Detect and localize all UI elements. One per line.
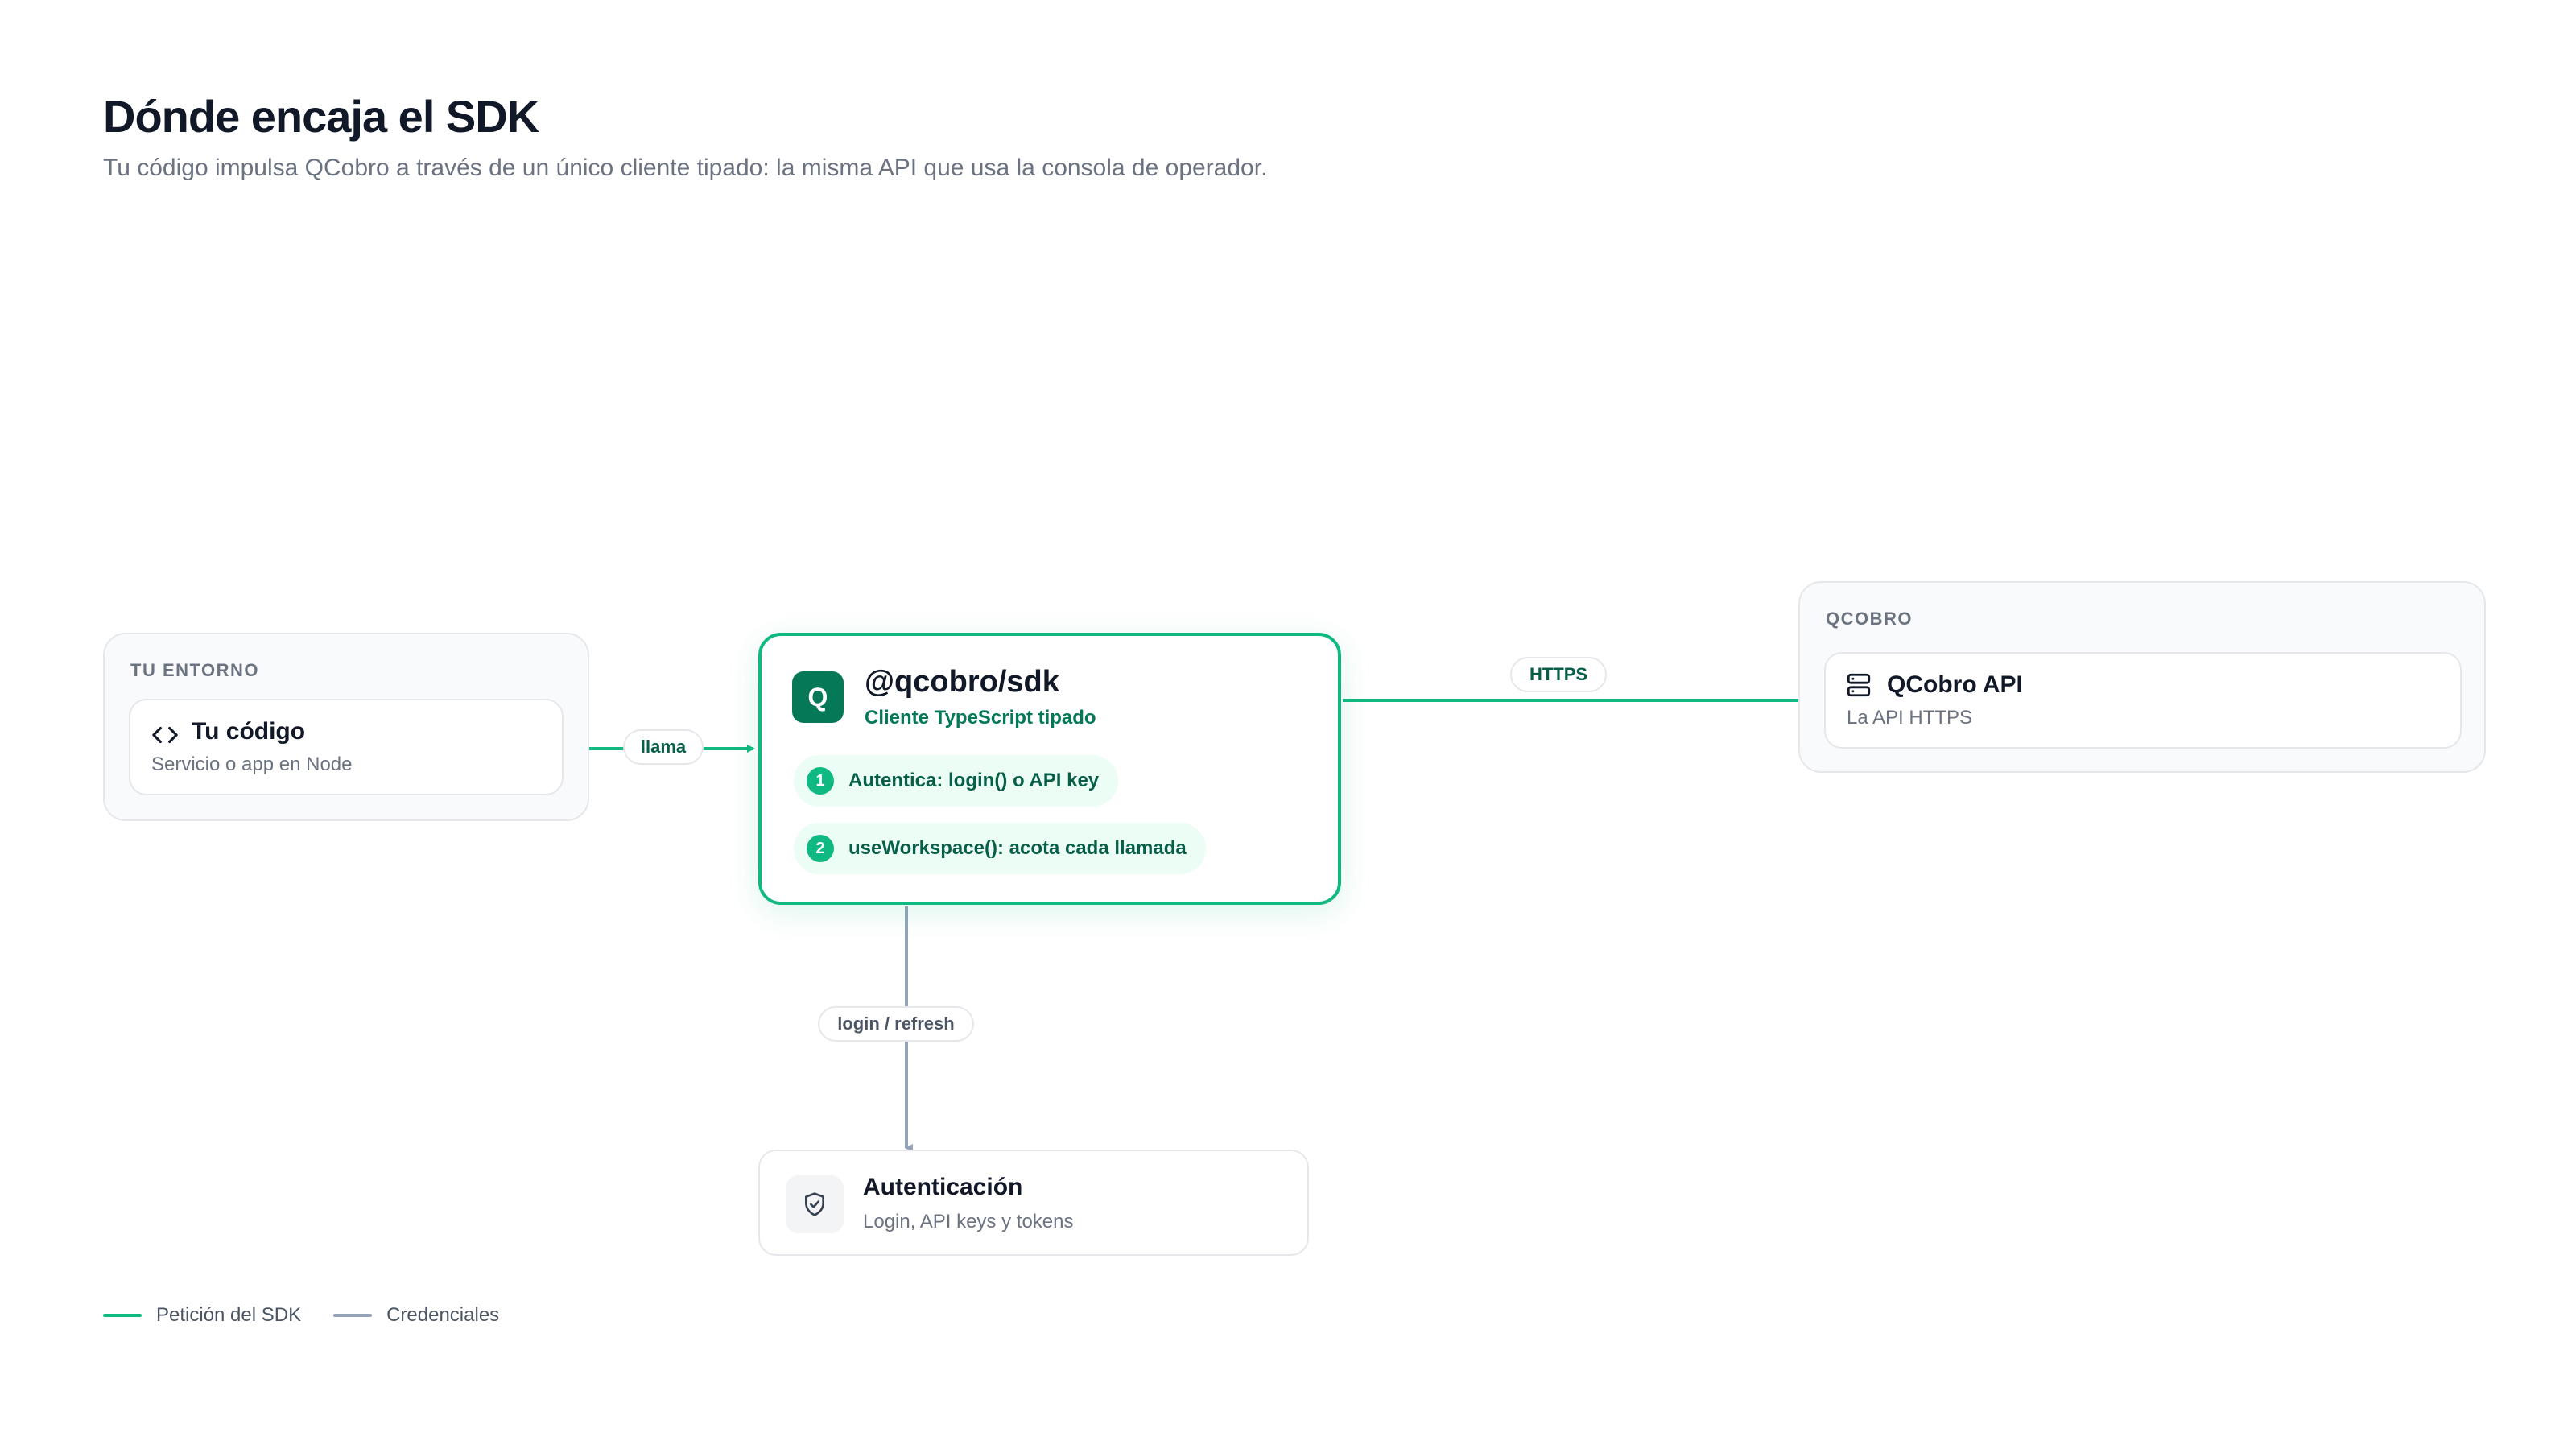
node-title: Autenticación xyxy=(863,1174,1023,1200)
sdk-step: 1 Autentica: login() o API key xyxy=(794,755,1119,807)
sdk-subtitle: Cliente TypeScript tipado xyxy=(865,707,1096,729)
shield-check-icon xyxy=(805,1192,824,1216)
node-subtitle: La API HTTPS xyxy=(1847,707,1973,729)
group-tu-entorno: TU ENTORNO Tu código Servicio o app en N… xyxy=(103,633,589,821)
legend-swatch-green xyxy=(103,1314,142,1317)
group-label: QCOBRO xyxy=(1826,609,1913,629)
step-number: 1 xyxy=(807,767,834,795)
group-label: TU ENTORNO xyxy=(130,660,260,680)
node-subtitle: Login, API keys y tokens xyxy=(863,1211,1074,1232)
step-text: Autentica: login() o API key xyxy=(848,770,1100,791)
node-title: Tu código xyxy=(192,718,306,745)
legend-item-credentials: Credenciales xyxy=(333,1304,499,1327)
node-sdk[interactable]: Q @qcobro/sdk Cliente TypeScript tipado … xyxy=(758,633,1341,905)
legend: Petición del SDK Credenciales xyxy=(103,1304,531,1327)
legend-swatch-gray xyxy=(333,1314,373,1317)
node-subtitle: Servicio o app en Node xyxy=(151,753,353,775)
sdk-step: 2 useWorkspace(): acota cada llamada xyxy=(794,823,1206,874)
group-qcobro: QCOBRO QCobro API La API HTTPS xyxy=(1798,581,2486,773)
node-autenticacion[interactable]: Autenticación Login, API keys y tokens xyxy=(758,1150,1309,1256)
server-icon xyxy=(1847,673,1871,697)
code-icon xyxy=(152,726,178,744)
legend-label: Petición del SDK xyxy=(156,1304,302,1326)
legend-item-request: Petición del SDK xyxy=(103,1304,301,1327)
shield-icon-badge xyxy=(786,1175,844,1233)
edge-label-login-refresh: login / refresh xyxy=(818,1006,974,1042)
edge-label-https: HTTPS xyxy=(1510,657,1607,692)
step-number: 2 xyxy=(807,835,834,862)
legend-label: Credenciales xyxy=(386,1304,500,1326)
edge-label-llama: llama xyxy=(623,729,704,765)
sdk-logo: Q xyxy=(792,671,844,723)
node-tu-codigo[interactable]: Tu código Servicio o app en Node xyxy=(129,699,564,795)
sdk-title: @qcobro/sdk xyxy=(865,665,1059,699)
node-qcobro-api[interactable]: QCobro API La API HTTPS xyxy=(1824,652,2462,749)
node-title: QCobro API xyxy=(1887,671,2023,698)
step-text: useWorkspace(): acota cada llamada xyxy=(848,837,1187,859)
